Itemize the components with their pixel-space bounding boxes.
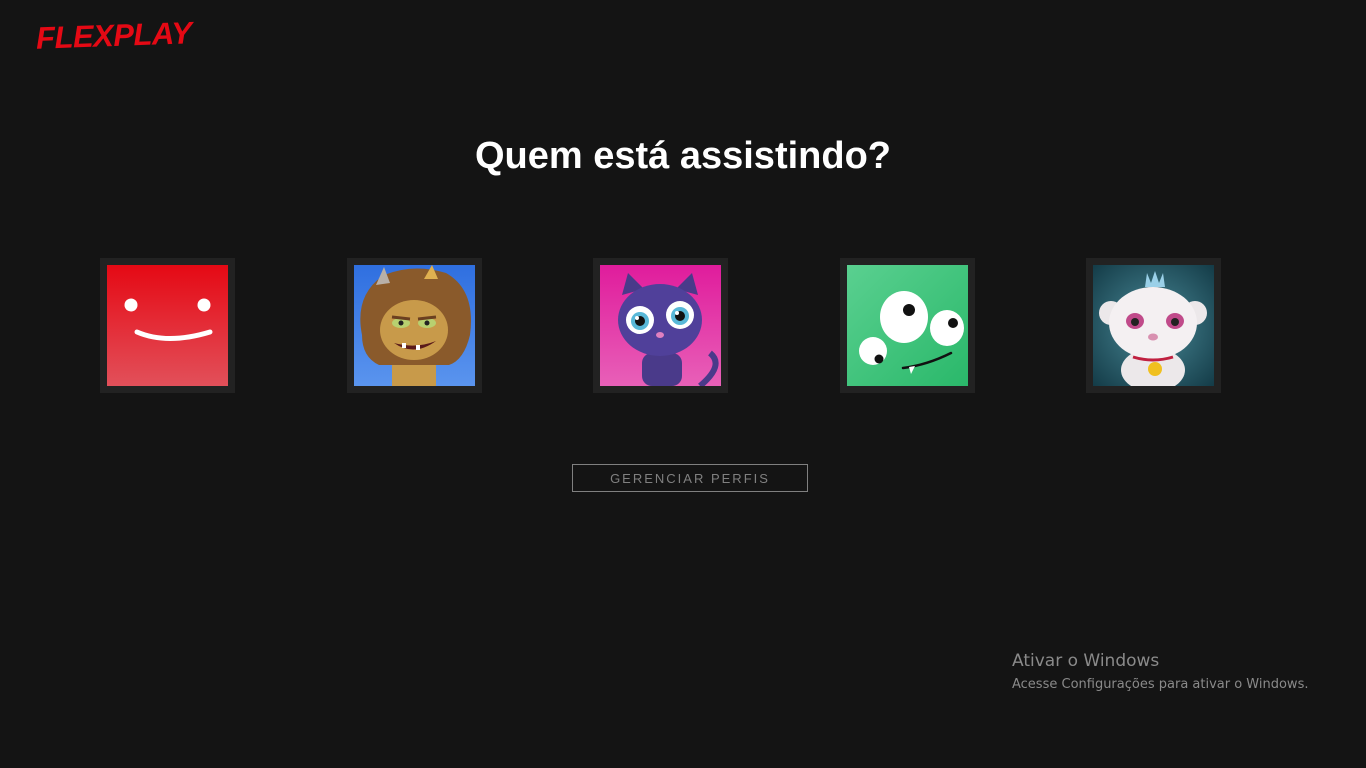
manage-profiles-button[interactable]: GERENCIAR PERFIS [572,464,808,492]
profile-card-2[interactable] [347,258,482,393]
hairy-monster-avatar [354,265,475,386]
profile-card-3[interactable] [593,258,728,393]
page-title: Quem está assistindo? [474,135,891,177]
profile-card-1[interactable] [100,258,235,393]
brand-logo[interactable]: FLEXPLAY [35,15,192,56]
profile-card-5[interactable] [1086,258,1221,393]
green-alien-avatar [847,265,968,386]
white-bear-avatar [1093,265,1214,386]
purple-cat-avatar [600,265,721,386]
profile-select-page: FLEXPLAY Quem está assistindo? GERENCIAR… [0,0,1366,768]
windows-activation-title: Ativar o Windows [1012,651,1160,671]
red-smiley-avatar [107,265,228,386]
profile-card-4[interactable] [840,258,975,393]
windows-activation-subtitle: Acesse Configurações para ativar o Windo… [1012,677,1309,692]
